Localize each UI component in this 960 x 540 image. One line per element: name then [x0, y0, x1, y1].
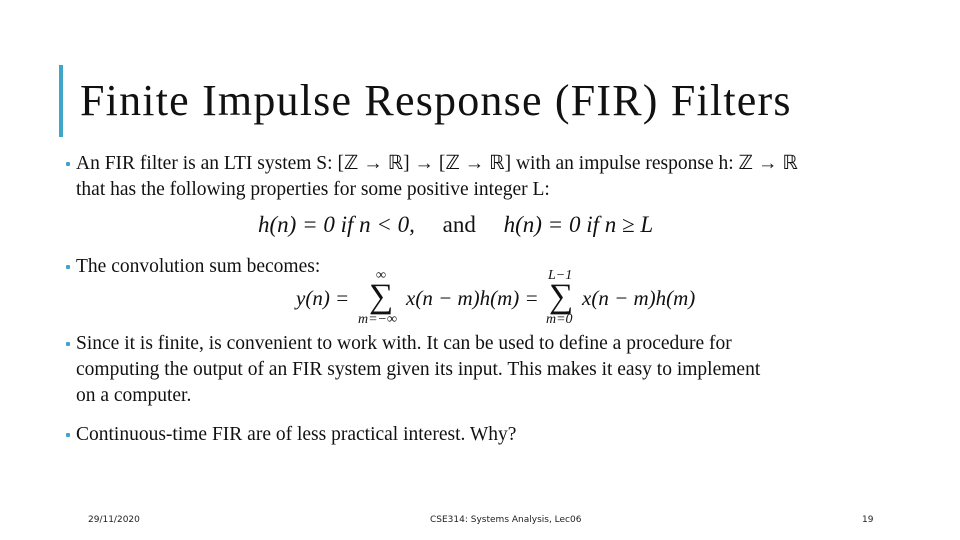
sum2-lower-limit: m=0	[546, 312, 573, 327]
footer-course: CSE314: Systems Analysis, Lec06	[430, 515, 582, 525]
bullet-text-line: on a computer.	[76, 385, 192, 406]
bullet-text-line: computing the output of an FIR system gi…	[76, 359, 761, 380]
equation-term2: x(n − m)h(m)	[582, 286, 696, 310]
bullet-marker	[66, 162, 70, 166]
equation-left: h(n) = 0 if n < 0,	[258, 212, 415, 237]
footer-date: 29/11/2020	[88, 515, 140, 525]
equation-term1: x(n − m)h(m) =	[406, 286, 539, 310]
bullet-fir-definition: An FIR filter is an LTI system S: [ℤ → ℝ…	[66, 151, 798, 203]
bullet-finite-convenience: Since it is finite, is convenient to wor…	[66, 331, 760, 409]
bullet-marker	[66, 433, 70, 437]
bullet-text-line: An FIR filter is an LTI system S: [ℤ → ℝ…	[76, 153, 798, 174]
equation-fir-properties: h(n) = 0 if n < 0, and h(n) = 0 if n ≥ L	[258, 212, 653, 238]
bullet-marker	[66, 342, 70, 346]
slide-title: Finite Impulse Response (FIR) Filters	[80, 76, 792, 125]
footer-page-number: 19	[862, 515, 874, 525]
sum1-lower-limit: m=−∞	[358, 312, 397, 327]
equation-right: h(n) = 0 if n ≥ L	[503, 212, 654, 237]
equation-connector: and	[442, 212, 476, 237]
bullet-text-line: The convolution sum becomes:	[76, 256, 321, 277]
equation-lhs: y(n) =	[296, 286, 350, 310]
bullet-marker	[66, 265, 70, 269]
bullet-text-line: Continuous-time FIR are of less practica…	[76, 424, 517, 445]
sum2-sigma: ∑	[549, 278, 574, 315]
title-accent-bar	[59, 65, 63, 137]
sum1-sigma: ∑	[369, 278, 394, 315]
bullet-convolution: The convolution sum becomes:	[66, 254, 320, 280]
bullet-text-line: Since it is finite, is convenient to wor…	[76, 333, 732, 354]
bullet-text-line: that has the following properties for so…	[76, 179, 550, 200]
bullet-continuous-time: Continuous-time FIR are of less practica…	[66, 422, 516, 448]
